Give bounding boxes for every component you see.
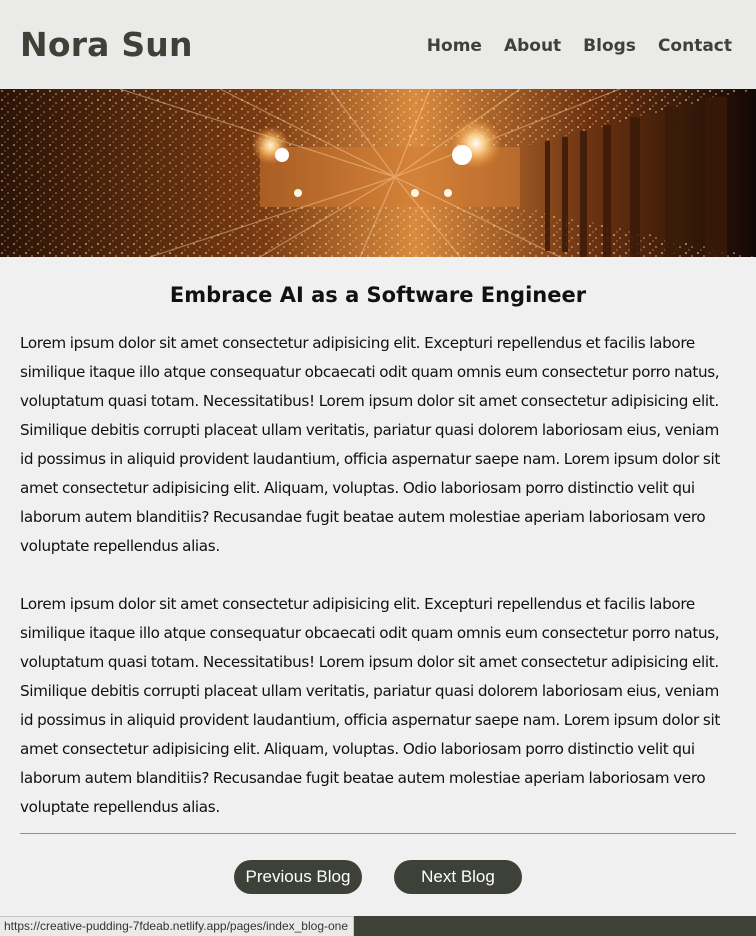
next-blog-button[interactable]: Next Blog [394, 860, 522, 894]
browser-status-url: https://creative-pudding-7fdeab.netlify.… [0, 916, 355, 936]
content-divider [20, 833, 736, 834]
site-header: Nora Sun Home About Blogs Contact [0, 0, 756, 89]
blog-pagination: Previous Blog Next Blog [20, 860, 736, 894]
hero-light-particles-image [0, 89, 756, 257]
post-paragraph-1: Lorem ipsum dolor sit amet consectetur a… [20, 334, 720, 555]
previous-blog-button[interactable]: Previous Blog [234, 860, 362, 894]
nav-about-link[interactable]: About [504, 36, 561, 56]
main-nav: Home About Blogs Contact [427, 36, 732, 56]
nav-home-link[interactable]: Home [427, 36, 482, 56]
nav-contact-link[interactable]: Contact [658, 36, 732, 56]
hero-image [0, 89, 756, 257]
post-title: Embrace AI as a Software Engineer [169, 283, 587, 307]
site-title[interactable]: Nora Sun [20, 25, 193, 64]
blog-post: Embrace AI as a Software Engineer Lorem … [0, 283, 756, 894]
nav-blogs-link[interactable]: Blogs [583, 36, 636, 56]
post-paragraph-2: Lorem ipsum dolor sit amet consectetur a… [20, 595, 720, 816]
